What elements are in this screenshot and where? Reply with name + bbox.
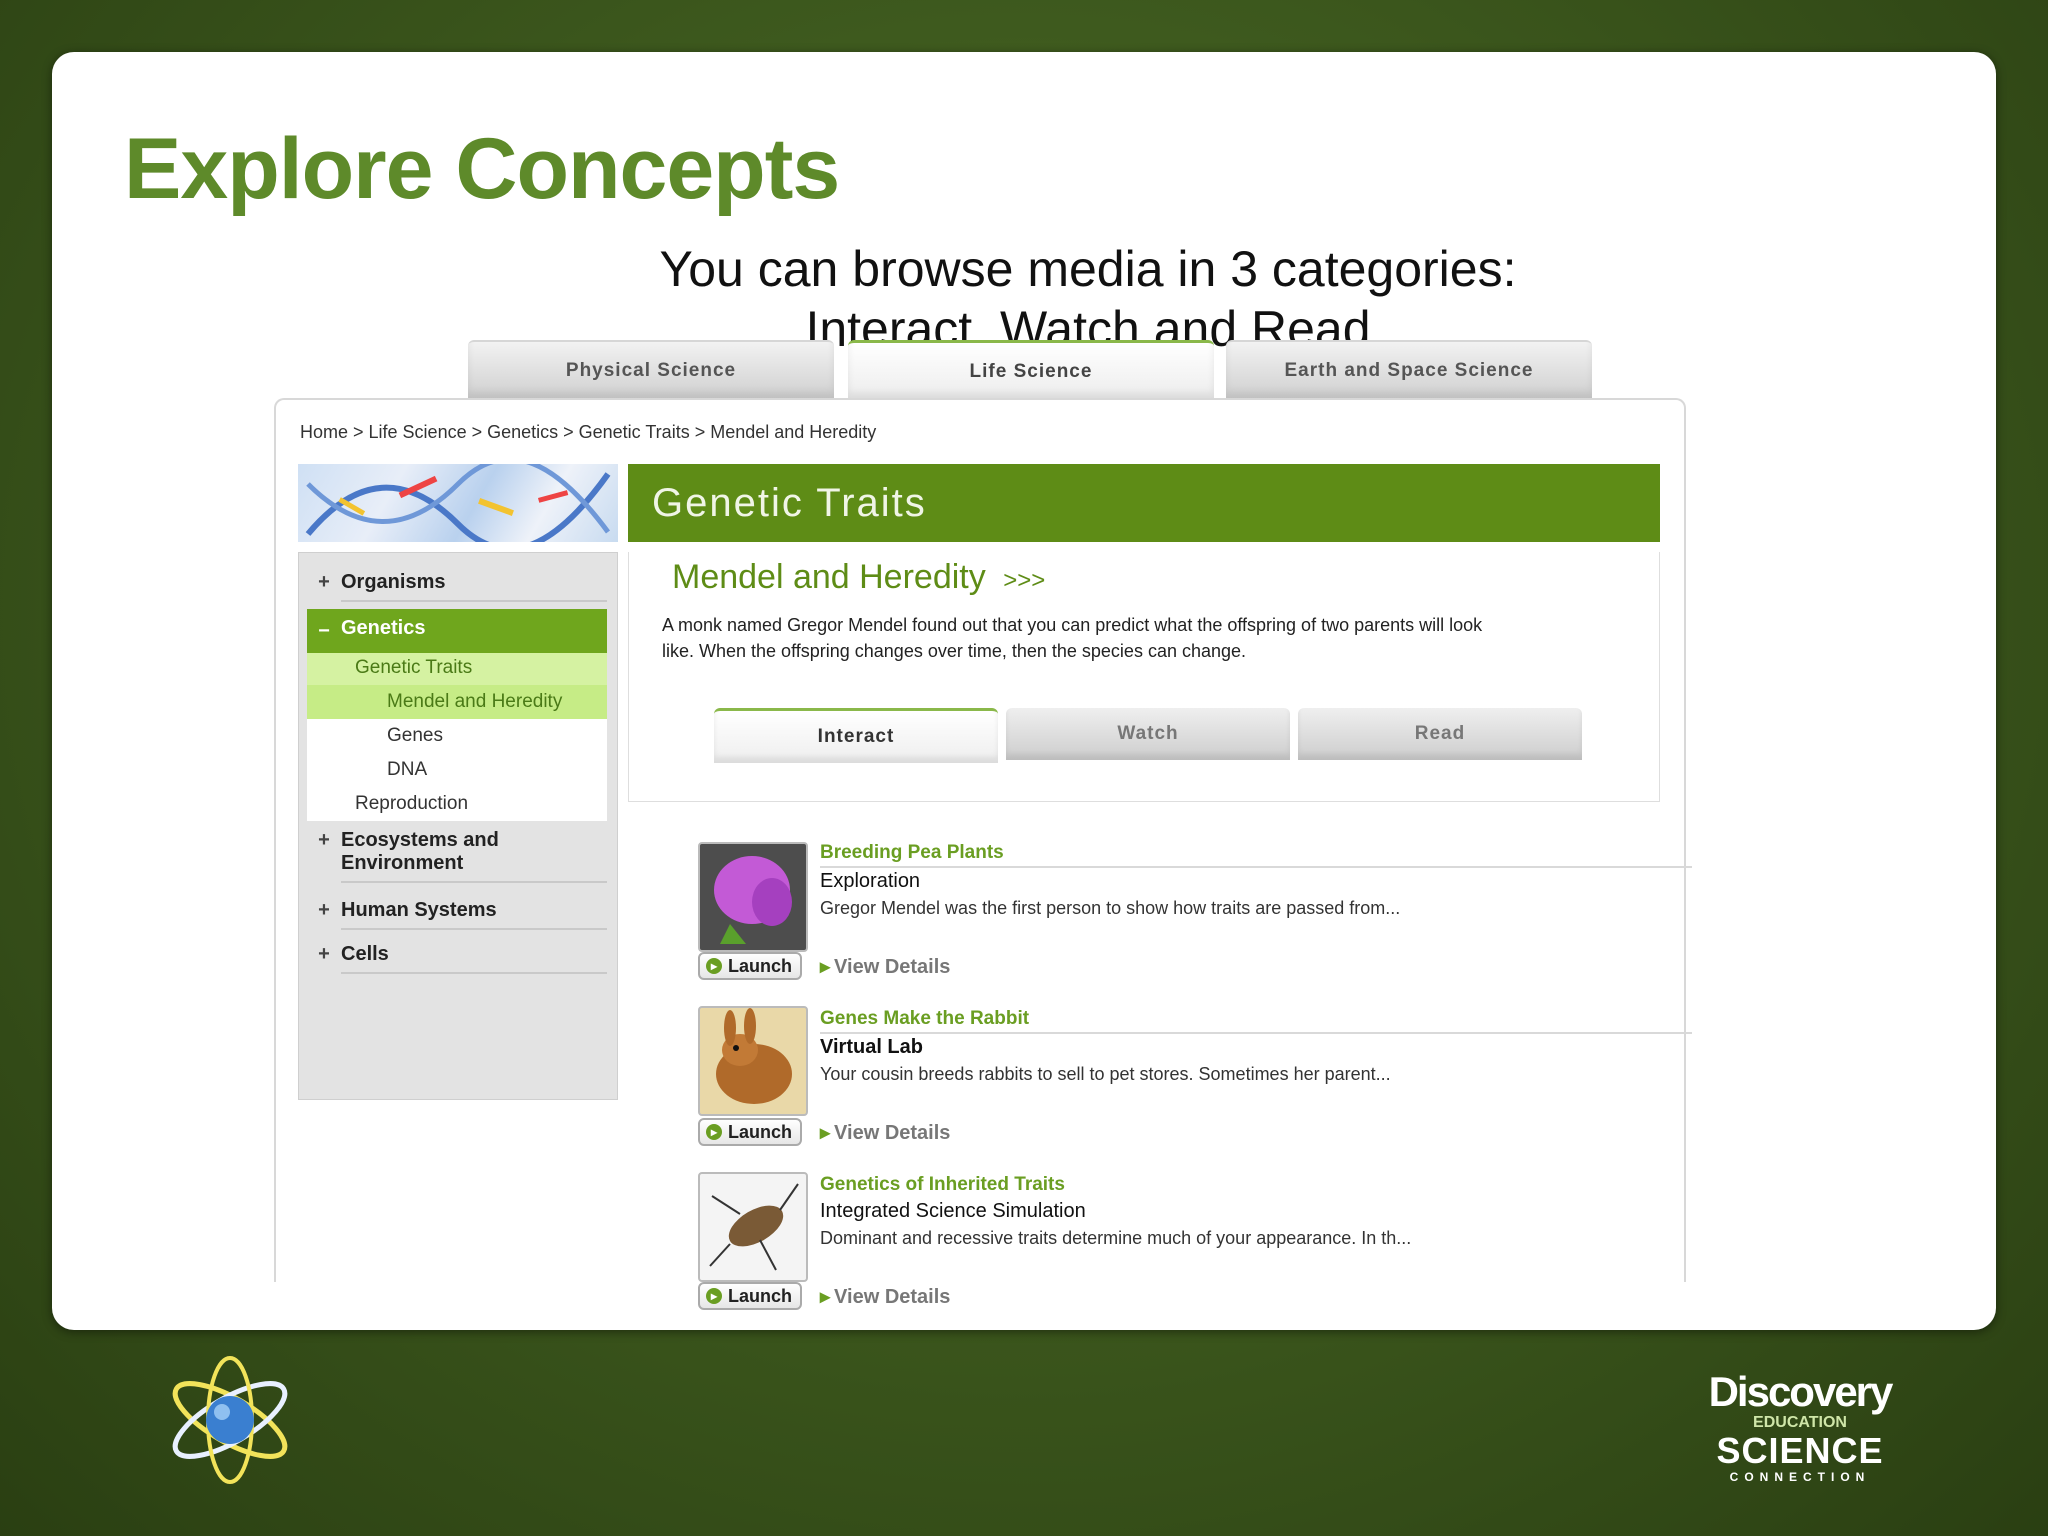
tab-read[interactable]: Read <box>1298 708 1582 760</box>
item-divider <box>820 866 1692 868</box>
sidebar-item-ecosystems[interactable]: + Ecosystems and Environment <box>307 829 607 883</box>
launch-icon: ▸ <box>706 1288 722 1304</box>
sidebar-item-genetic-traits[interactable]: Genetic Traits <box>307 653 607 685</box>
item-title[interactable]: Genes Make the Rabbit <box>820 1008 1029 1030</box>
item-description: Dominant and recessive traits determine … <box>820 1228 1412 1248</box>
discovery-science-logo: Discovery EDUCATION SCIENCE CONNECTION <box>1708 1368 1894 1485</box>
section-title: Mendel and Heredity >>> <box>672 558 1046 596</box>
sidebar-item-reproduction[interactable]: Reproduction <box>307 787 607 821</box>
item-description: Gregor Mendel was the first person to sh… <box>820 898 1401 918</box>
tab-physical-science[interactable]: Physical Science <box>468 340 834 400</box>
breadcrumb[interactable]: Home > Life Science > Genetics > Genetic… <box>300 422 876 443</box>
view-details-link[interactable]: ▸ View Details <box>820 954 950 979</box>
page-header: Genetic Traits <box>628 464 1660 542</box>
tab-earth-space-science[interactable]: Earth and Space Science <box>1226 340 1592 400</box>
tab-watch[interactable]: Watch <box>1006 708 1290 760</box>
tab-life-science[interactable]: Life Science <box>848 340 1214 401</box>
plus-icon: + <box>318 943 330 965</box>
minus-icon: − <box>318 619 330 642</box>
sidebar-item-cells[interactable]: + Cells <box>307 943 607 974</box>
dna-banner-image <box>298 464 618 542</box>
fly-thumbnail[interactable] <box>698 1172 808 1282</box>
item-divider <box>820 1032 1692 1034</box>
sidebar-item-genes[interactable]: Genes <box>307 719 607 753</box>
plus-icon: + <box>318 571 330 593</box>
sidebar-item-human-systems[interactable]: + Human Systems <box>307 899 607 930</box>
launch-icon: ▸ <box>706 958 722 974</box>
slide-subtitle-line1: You can browse media in 3 categories: <box>659 241 1517 297</box>
view-details-link[interactable]: ▸ View Details <box>820 1284 950 1309</box>
sidebar-item-genetics[interactable]: − Genetics <box>307 609 607 653</box>
arrow-right-icon: ▸ <box>820 1122 831 1144</box>
plus-icon: + <box>318 829 330 851</box>
view-details-link[interactable]: ▸ View Details <box>820 1120 950 1145</box>
launch-button[interactable]: ▸ Launch <box>698 1282 802 1310</box>
plus-icon: + <box>318 899 330 921</box>
launch-icon: ▸ <box>706 1124 722 1140</box>
item-type: Exploration <box>820 870 921 892</box>
launch-button[interactable]: ▸ Launch <box>698 1118 802 1146</box>
sidebar-item-dna[interactable]: DNA <box>307 753 607 787</box>
sidebar-nav: + Organisms − Genetics Genetic Traits Me… <box>298 552 618 1100</box>
item-title[interactable]: Genetics of Inherited Traits <box>820 1174 1065 1196</box>
atom-logo-icon <box>160 1350 300 1490</box>
pea-flower-thumbnail[interactable] <box>698 842 808 952</box>
sidebar-item-mendel[interactable]: Mendel and Heredity <box>307 685 607 719</box>
launch-button[interactable]: ▸ Launch <box>698 952 802 980</box>
section-description: A monk named Gregor Mendel found out tha… <box>662 615 1483 661</box>
slide-title: Explore Concepts <box>124 121 840 217</box>
item-type: Integrated Science Simulation <box>820 1200 1086 1222</box>
arrow-right-icon: ▸ <box>820 956 831 978</box>
item-type: Virtual Lab <box>820 1036 923 1058</box>
item-description: Your cousin breeds rabbits to sell to pe… <box>820 1064 1391 1084</box>
item-title[interactable]: Breeding Pea Plants <box>820 842 1004 864</box>
tab-interact[interactable]: Interact <box>714 708 998 763</box>
arrow-right-icon: ▸ <box>820 1286 831 1308</box>
rabbit-thumbnail[interactable] <box>698 1006 808 1116</box>
sidebar-item-organisms[interactable]: + Organisms <box>307 571 607 602</box>
